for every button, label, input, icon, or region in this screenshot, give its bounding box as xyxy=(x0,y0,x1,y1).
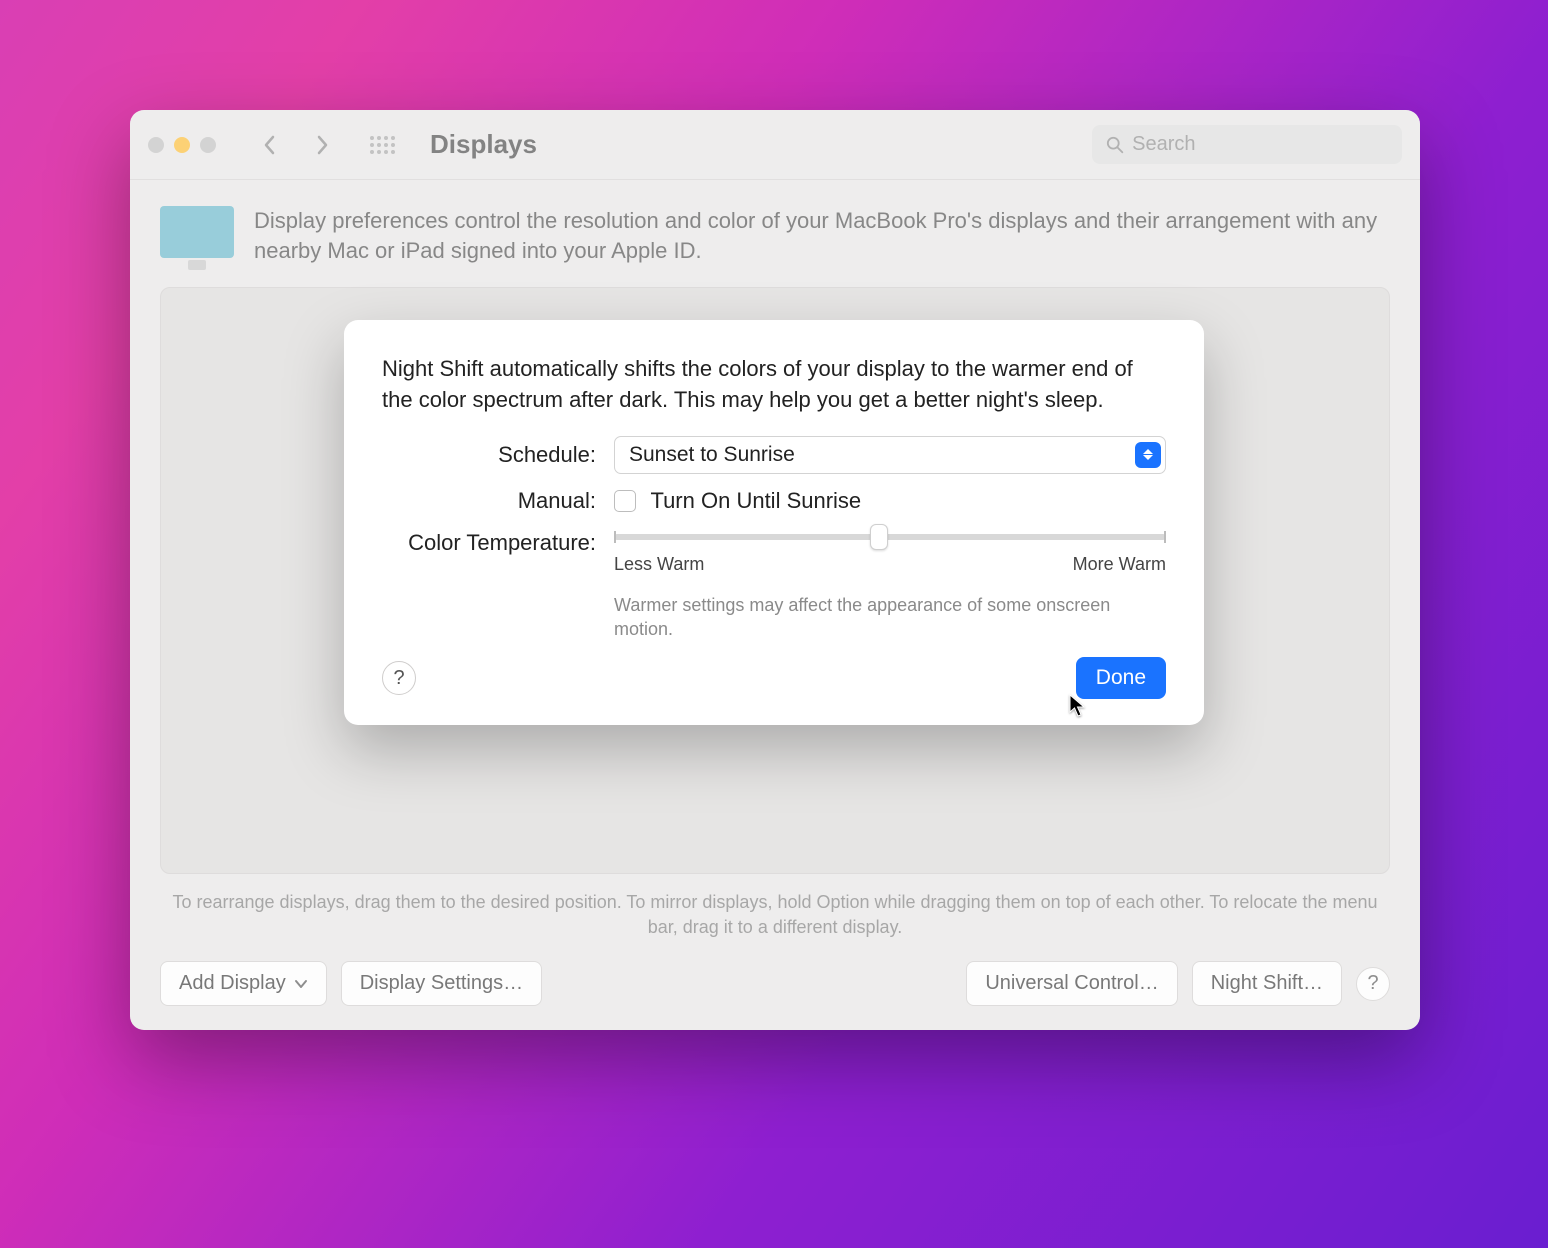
schedule-value: Sunset to Sunrise xyxy=(629,443,795,467)
slider-thumb[interactable] xyxy=(870,524,888,550)
sheet-help-button[interactable]: ? xyxy=(382,661,416,695)
updown-caret-icon xyxy=(1135,442,1161,468)
manual-label: Manual: xyxy=(382,488,614,514)
desktop-wallpaper: Displays Display preferences control the… xyxy=(0,0,1548,1248)
schedule-label: Schedule: xyxy=(382,442,614,468)
color-temperature-slider[interactable] xyxy=(614,534,1166,540)
color-temperature-label: Color Temperature: xyxy=(382,528,614,556)
slider-max-label: More Warm xyxy=(1073,554,1166,575)
slider-note: Warmer settings may affect the appearanc… xyxy=(614,593,1166,642)
slider-max-tick xyxy=(1164,531,1166,543)
schedule-select[interactable]: Sunset to Sunrise xyxy=(614,436,1166,474)
manual-checkbox[interactable] xyxy=(614,490,636,512)
slider-min-tick xyxy=(614,531,616,543)
manual-checkbox-label: Turn On Until Sunrise xyxy=(650,488,861,513)
sheet-help-label: ? xyxy=(393,667,404,690)
night-shift-sheet: Night Shift automatically shifts the col… xyxy=(344,320,1204,725)
done-button[interactable]: Done xyxy=(1076,657,1166,699)
slider-min-label: Less Warm xyxy=(614,554,704,575)
night-shift-description: Night Shift automatically shifts the col… xyxy=(382,354,1166,416)
done-label: Done xyxy=(1096,666,1146,689)
